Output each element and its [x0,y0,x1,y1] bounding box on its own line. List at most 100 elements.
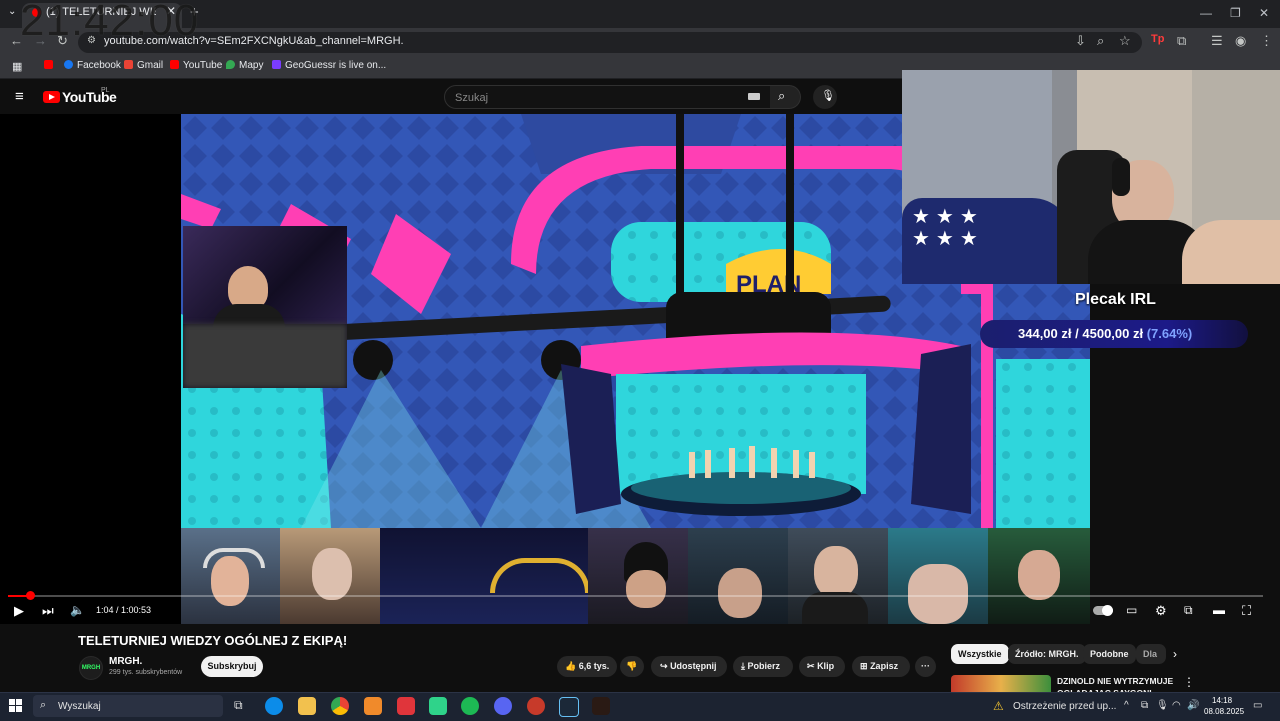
donation-goal-amounts: 344,00 zł / 4500,00 zł (7.64%) [1018,326,1192,341]
install-app-icon[interactable]: ⇩ [1075,33,1086,49]
thumbs-up-icon: 👍 [565,661,577,671]
bookmark-label: Mapy [239,60,264,71]
app-icon-ball[interactable] [527,697,545,715]
extensions-puzzle-icon[interactable]: ⧉ [1177,33,1186,49]
download-label: Pobierz [747,661,781,671]
share-label: Udostępnij [670,661,717,671]
taskbar-time[interactable]: 14:18 [1212,696,1232,705]
app-icon-shield[interactable] [592,697,610,715]
maximize-icon[interactable]: ❐ [1230,6,1241,20]
time-display: 1:04 / 1:00:53 [96,605,152,615]
channel-avatar[interactable]: MRGH [79,656,103,680]
bookmark-youtube-pinned[interactable] [44,60,57,71]
chrome-icon[interactable] [331,697,349,715]
bookmark-facebook[interactable]: Facebook [64,60,121,71]
more-actions-button[interactable]: ··· [915,656,936,677]
reading-list-icon[interactable]: ☰ [1211,33,1223,49]
search-button[interactable] [770,85,801,109]
youtube-logo-icon[interactable] [43,91,60,103]
clip-label: Klip [817,661,835,671]
app-icon-orange[interactable] [364,697,382,715]
minimize-icon[interactable]: — [1200,6,1212,20]
taskbar-search-placeholder: Wyszukaj [58,701,101,712]
microphone-tray-icon[interactable]: 🎙 [1156,700,1169,711]
save-icon: ⊞ [860,661,868,671]
zoom-icon[interactable]: ⌕ [1097,33,1104,49]
edge-icon[interactable] [265,697,283,715]
notifications-icon[interactable]: ▭ [1253,700,1262,711]
maps-pin-icon [226,60,235,69]
save-button[interactable]: ⊞ Zapisz [852,656,910,677]
donation-goal-title: Plecak IRL [1075,291,1156,308]
hamburger-menu-icon[interactable]: ≡ [15,88,24,105]
app-icon-green[interactable] [429,697,447,715]
clip-button[interactable]: ✂ Klip [799,656,845,677]
dislike-button[interactable]: 👎 [620,656,644,677]
video-title: TELETURNIEJ WIEDZY OGÓLNEJ Z EKIPĄ! [78,633,348,648]
warning-notification[interactable]: Ostrzeżenie przed up... [1013,701,1116,712]
file-explorer-icon[interactable] [298,697,316,715]
window-close-icon[interactable]: ✕ [1259,6,1269,20]
volume-icon[interactable]: 🔈 [70,603,85,617]
streamer-minicam [183,226,347,388]
download-icon: ⤓ [741,661,745,671]
share-button[interactable]: ↪ Udostępnij [651,656,727,677]
warning-icon[interactable]: ⚠ [993,699,1004,713]
taskbar-date[interactable]: 08.08.2025 [1204,707,1244,716]
menu-icon[interactable]: ⋮ [1260,33,1273,49]
tray-expand-icon[interactable]: ^ [1124,700,1129,711]
miniplayer-icon[interactable]: ⧉ [1184,603,1193,618]
keyboard-icon[interactable] [748,93,760,100]
chip-for-you[interactable]: Dla [1136,644,1166,664]
windows-start-icon[interactable] [9,699,23,713]
theater-mode-icon[interactable]: ▬ [1213,603,1225,617]
chip-all[interactable]: Wszystkie [951,644,1009,664]
bookmark-mapy[interactable]: Mapy [226,60,263,71]
overlay-clock: 21:42:00 [20,0,200,45]
geoguessr-icon [272,60,281,69]
youtube-region: PL [101,87,110,94]
goal-percent: (7.64%) [1146,326,1193,341]
subscriber-count: 299 tys. subskrybentów [109,669,183,676]
progress-scrubber[interactable] [25,591,35,600]
wifi-icon[interactable]: ◠ [1172,700,1181,711]
chip-source[interactable]: Źródło: MRGH. [1008,644,1086,664]
streamer-cams-strip [181,528,1090,624]
bookmark-gmail[interactable]: Gmail [124,60,163,71]
bookmark-youtube[interactable]: YouTube [170,60,222,71]
fullscreen-icon[interactable]: ⛶ [1242,603,1251,619]
bookmark-star-icon[interactable]: ☆ [1119,33,1131,49]
apps-grid-icon[interactable]: ▦ [12,60,22,73]
chip-related[interactable]: Podobne [1083,644,1136,664]
play-icon[interactable]: ▶ [14,603,24,619]
chips-next-icon[interactable]: › [1173,647,1177,661]
extension-icon[interactable]: Tp [1151,33,1164,45]
like-button[interactable]: 👍 6,6 tys. [557,656,617,677]
subscribe-button[interactable]: Subskrybuj [201,656,263,677]
steam-icon[interactable] [559,697,579,717]
tab-search-icon[interactable]: ⌄ [8,6,16,17]
tray-app-icon[interactable]: ⧉ [1141,700,1148,711]
recommended-menu-icon[interactable]: ⋮ [1183,675,1195,689]
microphone-icon: 🎙 [821,90,835,102]
download-button[interactable]: ⤓ Pobierz [733,656,793,677]
next-video-icon[interactable]: ⏭ [42,603,54,619]
subtitles-icon[interactable]: ▭ [1126,603,1137,617]
bookmark-geoguessr[interactable]: GeoGuessr is live on... [272,60,386,71]
speaker-icon[interactable]: 🔊 [1187,700,1199,711]
bookmark-label: Gmail [137,60,164,71]
more-icon: ··· [921,661,930,671]
profile-icon[interactable]: ◉ [1235,33,1246,49]
like-count: 6,6 tys. [578,661,610,671]
spotify-icon[interactable] [461,697,479,715]
channel-name[interactable]: MRGH. [109,656,142,667]
autoplay-toggle[interactable] [1093,605,1113,616]
search-input[interactable] [444,85,772,109]
settings-gear-icon[interactable]: ⚙ [1155,603,1167,619]
gmail-icon [124,60,133,69]
discord-icon[interactable] [494,697,512,715]
streamer-webcam: ★★★ ★★★ [902,70,1280,284]
app-icon-red[interactable] [397,697,415,715]
progress-bar[interactable] [8,595,1263,597]
task-view-icon[interactable]: ⧉ [234,698,243,713]
